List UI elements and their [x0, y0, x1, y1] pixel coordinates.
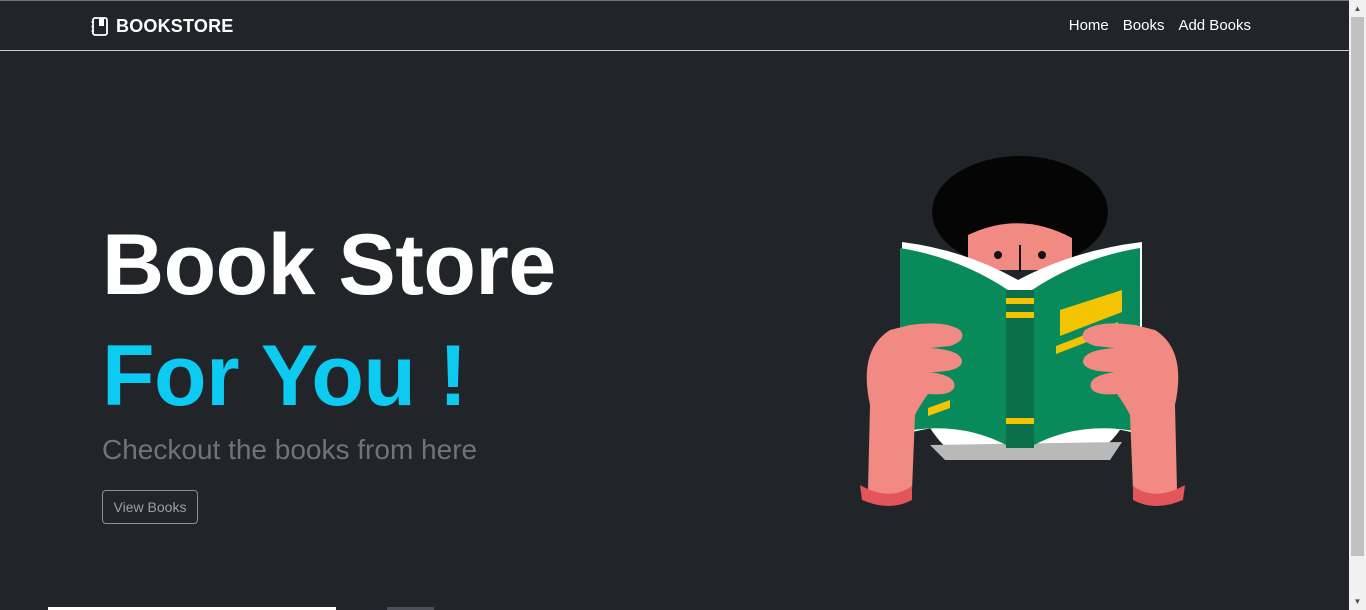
scroll-down-arrow-icon[interactable]: ▼ — [1349, 593, 1366, 610]
reading-person-illustration — [860, 156, 1185, 506]
brand-link[interactable]: BOOKSTORE — [91, 16, 233, 37]
nav-link-books[interactable]: Books — [1123, 17, 1165, 34]
page-scrollbar[interactable]: ▲ ▼ — [1349, 0, 1366, 610]
scrollbar-thumb[interactable] — [1351, 17, 1364, 556]
hero-subtitle: For You ! — [102, 328, 467, 424]
nav-link-add-books[interactable]: Add Books — [1178, 17, 1251, 34]
hero-tagline: Checkout the books from here — [102, 434, 478, 465]
view-books-button[interactable]: View Books — [102, 490, 198, 524]
brand-label: BOOKSTORE — [116, 16, 234, 36]
nav-links: Home Books Add Books — [1069, 17, 1251, 34]
nav-link-home[interactable]: Home — [1069, 17, 1109, 34]
hero-title: Book Store — [102, 217, 556, 313]
navbar: BOOKSTORE Home Books Add Books — [0, 1, 1349, 51]
scroll-up-arrow-icon[interactable]: ▲ — [1349, 0, 1366, 17]
book-icon — [91, 17, 108, 36]
